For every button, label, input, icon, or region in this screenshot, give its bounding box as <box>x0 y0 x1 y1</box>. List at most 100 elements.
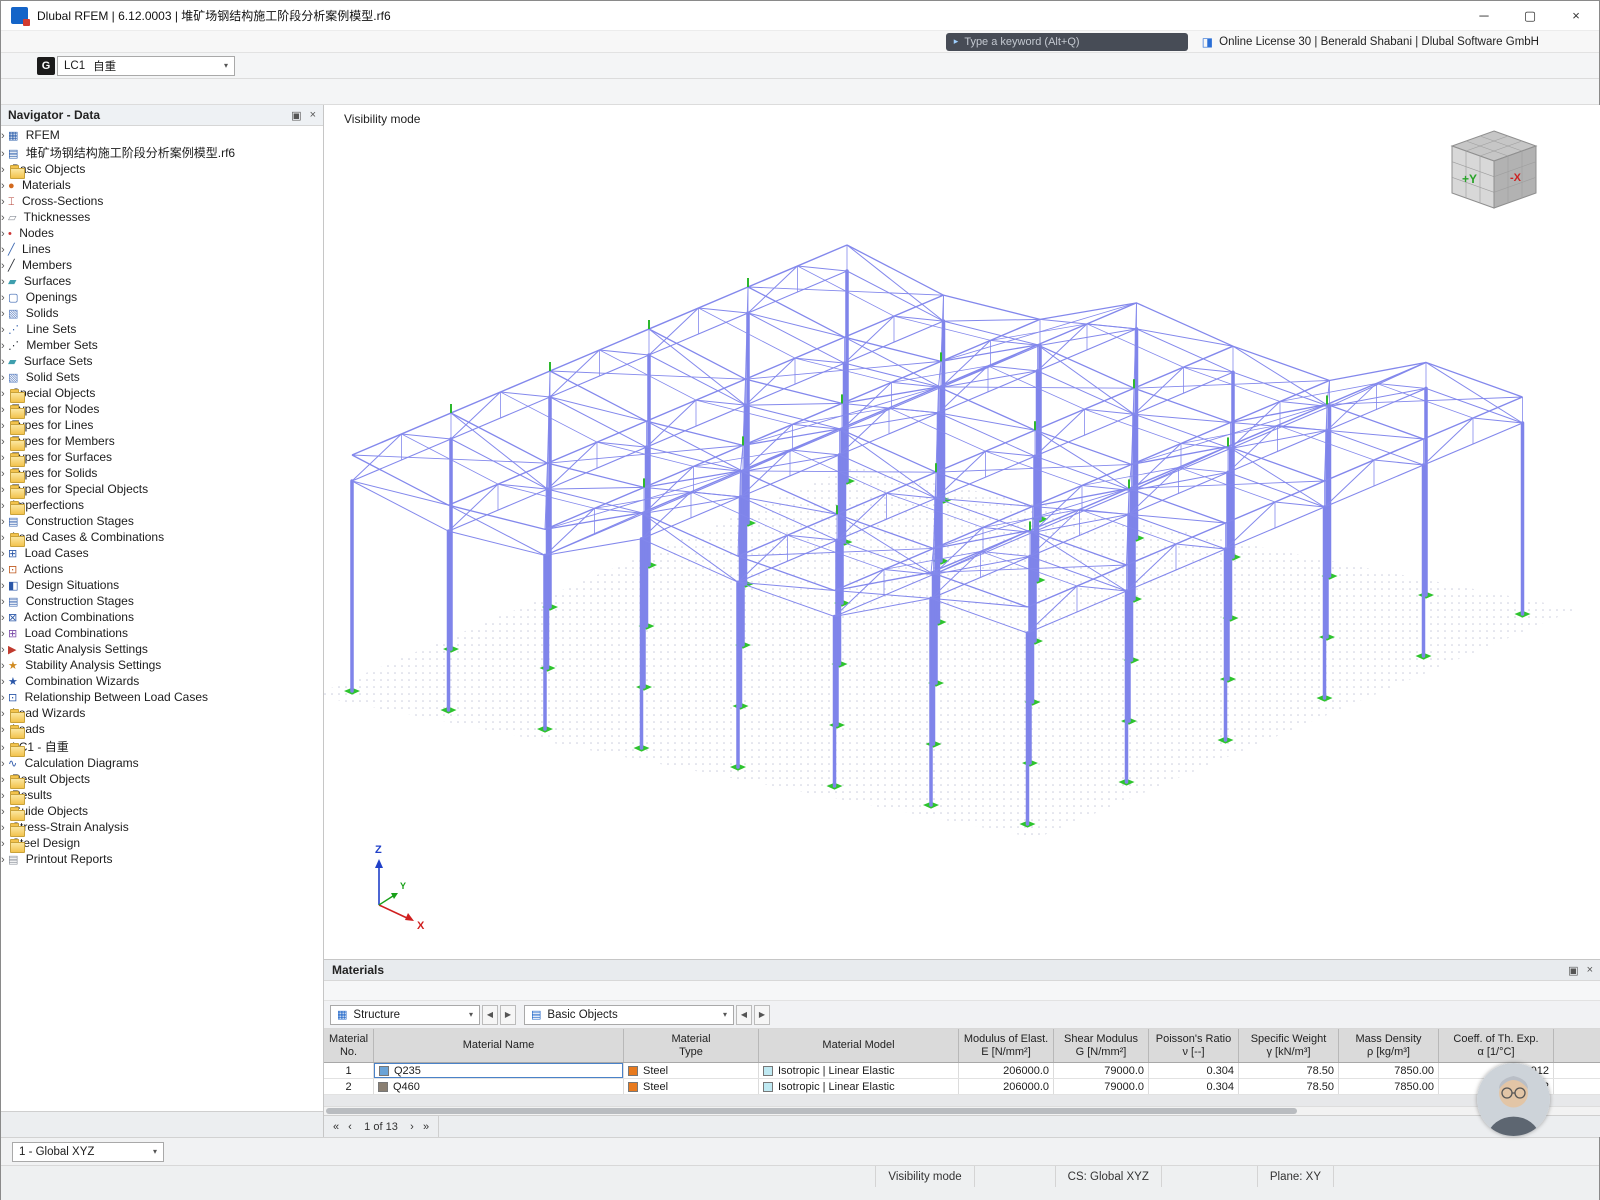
keyword-search-input[interactable]: ▸ Type a keyword (Alt+Q) <box>946 33 1188 51</box>
material-name-cell[interactable]: Q235 <box>374 1063 624 1078</box>
load-case-combo[interactable]: LC1 自重 ▾ <box>57 56 235 76</box>
last-page-icon[interactable]: » <box>421 1121 431 1133</box>
expander-icon[interactable]: › <box>1 854 5 866</box>
tree-item[interactable]: › ▧ Solid Sets <box>1 370 323 386</box>
tree-item[interactable]: › ▢ Openings <box>1 290 323 306</box>
category-combo[interactable]: ▤ Basic Objects ▾ <box>524 1005 734 1025</box>
tree-item[interactable]: › ▤ 堆矿场钢结构施工阶段分析案例模型.rf6 <box>1 144 323 162</box>
self-weight-badge[interactable]: G <box>37 57 55 75</box>
expander-icon[interactable]: › <box>1 692 5 704</box>
model-viewport[interactable]: Visibility mode ZXY+Y-X <box>324 105 1600 959</box>
material-name-cell[interactable]: Q460 <box>374 1079 624 1094</box>
mass-density-cell[interactable]: 7850.00 <box>1339 1063 1439 1078</box>
tree-item[interactable]: › • Nodes <box>1 226 323 242</box>
expander-icon[interactable]: › <box>1 212 5 224</box>
expander-icon[interactable]: › <box>1 628 5 640</box>
tree-item[interactable]: › ⊠ Action Combinations <box>1 610 323 626</box>
column-header[interactable]: Modulus of Elast.E [N/mm²] <box>959 1029 1054 1062</box>
tree-item[interactable]: › Types for Members <box>1 434 323 450</box>
shear-modulus-cell[interactable]: 79000.0 <box>1054 1063 1149 1078</box>
close-panel-icon[interactable]: × <box>310 109 316 122</box>
expander-icon[interactable]: › <box>1 676 5 688</box>
tree-item[interactable]: › Types for Special Objects <box>1 482 323 498</box>
expander-icon[interactable]: › <box>1 276 5 288</box>
material-model-cell[interactable]: Isotropic | Linear Elastic <box>759 1079 959 1094</box>
tree-item[interactable]: › Types for Surfaces <box>1 450 323 466</box>
expander-icon[interactable]: › <box>1 388 5 400</box>
next-page-icon[interactable]: › <box>407 1121 417 1133</box>
tree-item[interactable]: › Guide Objects <box>1 804 323 820</box>
float-panel-icon[interactable]: ▣ <box>291 109 301 122</box>
expander-icon[interactable]: › <box>1 838 5 850</box>
expander-icon[interactable]: › <box>1 180 5 192</box>
expander-icon[interactable]: › <box>1 452 5 464</box>
column-header[interactable]: Specific Weightγ [kN/m³] <box>1239 1029 1339 1062</box>
tree-item[interactable]: › Types for Solids <box>1 466 323 482</box>
expander-icon[interactable]: › <box>1 644 5 656</box>
tree-item[interactable]: › ⋰ Member Sets <box>1 338 323 354</box>
column-header[interactable]: MaterialNo. <box>324 1029 374 1062</box>
table-row[interactable]: 2 Q460 Steel I <box>324 1079 1600 1095</box>
expander-icon[interactable]: › <box>1 774 5 786</box>
column-header[interactable]: MaterialType <box>624 1029 759 1062</box>
specific-weight-cell[interactable]: 78.50 <box>1239 1063 1339 1078</box>
material-type-cell[interactable]: Steel <box>624 1079 759 1094</box>
tree-item[interactable]: › ∿ Calculation Diagrams <box>1 756 323 772</box>
tree-item[interactable]: › ● Materials <box>1 178 323 194</box>
tree-item[interactable]: › ⊡ Relationship Between Load Cases <box>1 690 323 706</box>
tree-item[interactable]: › Stress-Strain Analysis <box>1 820 323 836</box>
tree-item[interactable]: › Types for Lines <box>1 418 323 434</box>
expander-icon[interactable]: › <box>1 758 5 770</box>
model-3d-view[interactable]: ZXY+Y-X <box>324 105 1600 959</box>
tree-item[interactable]: › ⊞ Load Cases <box>1 546 323 562</box>
column-header[interactable]: Coeff. of Th. Exp.α [1/°C] <box>1439 1029 1554 1062</box>
expander-icon[interactable]: › <box>1 660 5 672</box>
tree-item[interactable]: › Special Objects <box>1 386 323 402</box>
next-table-icon[interactable]: ▶ <box>500 1005 516 1025</box>
expander-icon[interactable]: › <box>1 548 5 560</box>
tree-item[interactable]: › Result Objects <box>1 772 323 788</box>
tree-item[interactable]: › ▰ Surfaces <box>1 274 323 290</box>
expander-icon[interactable]: › <box>1 596 5 608</box>
tree-item[interactable]: › ⋰ Line Sets <box>1 322 323 338</box>
expander-icon[interactable]: › <box>1 340 5 352</box>
tree-item[interactable]: › ◧ Design Situations <box>1 578 323 594</box>
prev-table-icon[interactable]: ◀ <box>482 1005 498 1025</box>
poisson-cell[interactable]: 0.304 <box>1149 1079 1239 1094</box>
close-button[interactable]: × <box>1553 1 1599 31</box>
prev-category-icon[interactable]: ◀ <box>736 1005 752 1025</box>
expander-icon[interactable]: › <box>1 196 5 208</box>
expander-icon[interactable]: › <box>1 130 5 142</box>
first-page-icon[interactable]: « <box>331 1121 341 1133</box>
expander-icon[interactable]: › <box>1 148 5 160</box>
expander-icon[interactable]: › <box>1 468 5 480</box>
column-header[interactable]: Shear ModulusG [N/mm²] <box>1054 1029 1149 1062</box>
tree-item[interactable]: › ╱ Lines <box>1 242 323 258</box>
tree-item[interactable]: › Load Wizards <box>1 706 323 722</box>
expander-icon[interactable]: › <box>1 532 5 544</box>
expander-icon[interactable]: › <box>1 436 5 448</box>
expander-icon[interactable]: › <box>1 708 5 720</box>
expander-icon[interactable]: › <box>1 420 5 432</box>
next-category-icon[interactable]: ▶ <box>754 1005 770 1025</box>
tree-item[interactable]: › ★ Combination Wizards <box>1 674 323 690</box>
expander-icon[interactable]: › <box>1 324 5 336</box>
tree-item[interactable]: › ⌶ Cross-Sections <box>1 194 323 210</box>
tree-item[interactable]: › ★ Stability Analysis Settings <box>1 658 323 674</box>
expander-icon[interactable]: › <box>1 806 5 818</box>
tree-item[interactable]: › ▧ Solids <box>1 306 323 322</box>
column-header[interactable]: Poisson's Ratioν [--] <box>1149 1029 1239 1062</box>
expander-icon[interactable]: › <box>1 822 5 834</box>
material-model-cell[interactable]: Isotropic | Linear Elastic <box>759 1063 959 1078</box>
tree-item[interactable]: › ╱ Members <box>1 258 323 274</box>
material-type-cell[interactable]: Steel <box>624 1063 759 1078</box>
expander-icon[interactable]: › <box>1 516 5 528</box>
shear-modulus-cell[interactable]: 79000.0 <box>1054 1079 1149 1094</box>
tree-item[interactable]: › Loads <box>1 722 323 738</box>
expander-icon[interactable]: › <box>1 742 5 754</box>
expander-icon[interactable]: › <box>1 790 5 802</box>
expander-icon[interactable]: › <box>1 228 5 240</box>
expander-icon[interactable]: › <box>1 484 5 496</box>
expander-icon[interactable]: › <box>1 292 5 304</box>
tree-item[interactable]: › ▰ Surface Sets <box>1 354 323 370</box>
